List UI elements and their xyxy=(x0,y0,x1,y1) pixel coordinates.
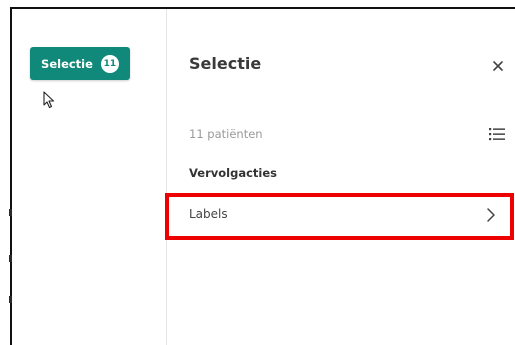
labels-row[interactable]: Labels xyxy=(167,192,515,239)
close-icon[interactable] xyxy=(491,59,505,73)
chevron-right-icon xyxy=(487,208,495,222)
panel-title: Selectie xyxy=(189,54,262,73)
patient-count: 11 patiënten xyxy=(189,127,263,141)
selection-count-badge: 11 xyxy=(100,54,119,73)
labels-row-label: Labels xyxy=(189,207,228,221)
selection-button[interactable]: Selectie 11 xyxy=(30,47,130,80)
follow-up-heading: Vervolgacties xyxy=(189,166,277,180)
selection-panel: Selectie 11 patiënten Vervolgacties Labe… xyxy=(167,9,515,345)
selection-button-label: Selectie xyxy=(41,56,93,71)
list-icon[interactable] xyxy=(489,127,505,141)
mouse-cursor-icon xyxy=(43,91,55,109)
